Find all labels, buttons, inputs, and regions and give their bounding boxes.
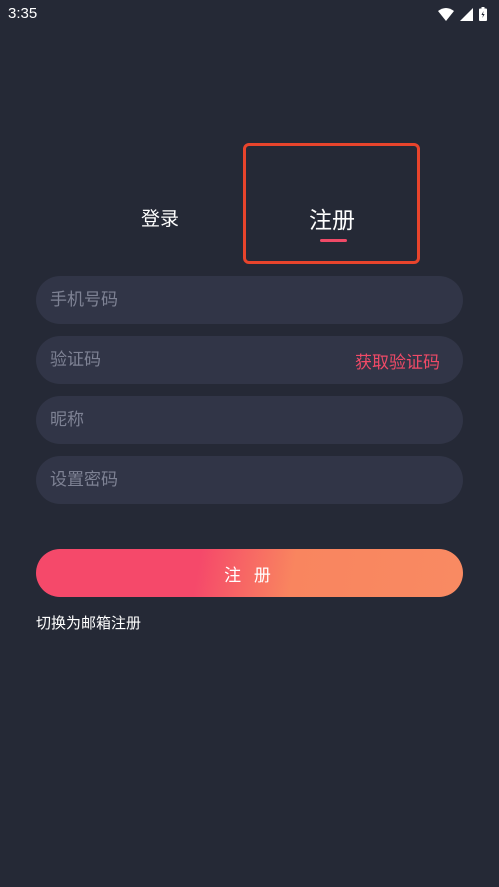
wifi-icon bbox=[438, 7, 454, 21]
status-time: 3:35 bbox=[8, 5, 38, 22]
battery-icon bbox=[479, 7, 487, 21]
phone-field[interactable] bbox=[36, 276, 463, 324]
nickname-field[interactable] bbox=[36, 396, 463, 444]
register-button[interactable]: 注 册 bbox=[36, 549, 463, 597]
highlight-box bbox=[243, 143, 420, 264]
password-input[interactable] bbox=[50, 470, 449, 490]
verification-code-field[interactable]: 获取验证码 bbox=[36, 336, 463, 384]
get-code-button[interactable]: 获取验证码 bbox=[355, 348, 440, 373]
signal-icon bbox=[460, 7, 473, 21]
status-bar: 3:35 bbox=[0, 0, 499, 28]
tab-login[interactable]: 登录 bbox=[141, 204, 179, 231]
phone-input[interactable] bbox=[50, 290, 449, 310]
password-field[interactable] bbox=[36, 456, 463, 504]
status-icons bbox=[438, 6, 487, 22]
verification-code-input[interactable] bbox=[50, 350, 330, 370]
nickname-input[interactable] bbox=[50, 410, 449, 430]
switch-to-email-link[interactable]: 切换为邮箱注册 bbox=[36, 612, 141, 633]
